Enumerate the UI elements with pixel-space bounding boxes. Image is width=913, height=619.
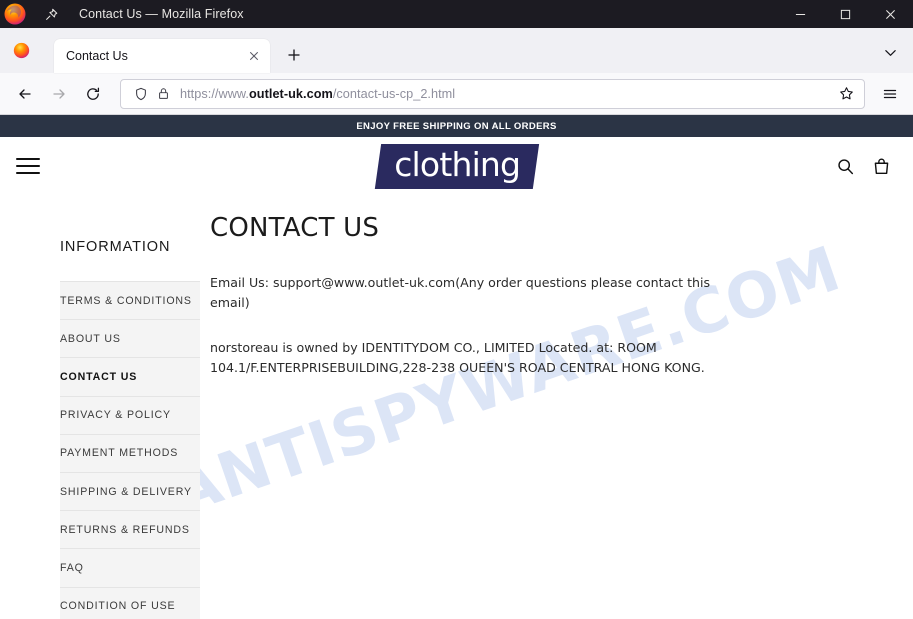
sidebar-item-faq[interactable]: FAQ — [60, 548, 200, 587]
site-header: clothing — [0, 137, 913, 195]
app-menu-button[interactable] — [875, 79, 905, 109]
back-arrow-icon[interactable] — [8, 78, 42, 110]
email-paragraph: Email Us: support@www.outlet-uk.com(Any … — [210, 275, 711, 310]
minimize-button[interactable] — [778, 0, 823, 28]
new-tab-button[interactable] — [280, 41, 308, 69]
sidebar-heading: INFORMATION — [60, 239, 171, 255]
firefox-logo-icon — [2, 1, 28, 27]
close-button[interactable] — [868, 0, 913, 28]
forward-arrow-icon — [42, 78, 76, 110]
title-bar: Contact Us — Mozilla Firefox — [0, 0, 913, 28]
hamburger-menu-icon[interactable] — [16, 151, 46, 181]
bookmark-star-icon[interactable] — [834, 82, 858, 106]
sidebar-item-returns-refunds[interactable]: RETURNS & REFUNDS — [60, 510, 200, 549]
sidebar-item-contact-us[interactable]: CONTACT US — [60, 357, 200, 396]
lock-icon[interactable] — [152, 83, 174, 105]
reload-icon[interactable] — [76, 78, 110, 110]
main-content: CONTACT US Email Us: support@www.outlet-… — [200, 199, 913, 619]
tab-list-button[interactable] — [877, 39, 903, 65]
sidebar: INFORMATION TERMS & CONDITIONS ABOUT US … — [0, 199, 200, 619]
url-text: https://www.outlet-uk.com/contact-us-cp_… — [180, 86, 456, 101]
sidebar-item-payment-methods[interactable]: PAYMENT METHODS — [60, 433, 200, 472]
logo-text: clothing — [393, 144, 520, 184]
url-bar[interactable]: https://www.outlet-uk.com/contact-us-cp_… — [120, 78, 865, 109]
browser-tab[interactable]: Contact Us — [54, 39, 270, 73]
sidebar-nav-list: TERMS & CONDITIONS ABOUT US CONTACT US P… — [60, 281, 200, 619]
sidebar-item-terms-conditions[interactable]: TERMS & CONDITIONS — [60, 281, 200, 320]
shield-icon[interactable] — [130, 83, 152, 105]
window-controls — [778, 0, 913, 28]
page-viewport: ENJOY FREE SHIPPING ON ALL ORDERS clothi… — [0, 115, 913, 619]
address-paragraph: norstoreau is owned by IDENTITYDOM CO., … — [210, 340, 705, 375]
tab-bar: Contact Us — [0, 28, 913, 73]
pin-icon[interactable] — [38, 1, 64, 27]
site-logo[interactable]: clothing — [374, 143, 539, 189]
sidebar-item-shipping-delivery[interactable]: SHIPPING & DELIVERY — [60, 471, 200, 511]
sidebar-item-about-us[interactable]: ABOUT US — [60, 319, 200, 358]
logo-shape: clothing — [374, 143, 539, 189]
browser-window: Contact Us — Mozilla Firefox Contact Us — [0, 0, 913, 619]
promo-banner: ENJOY FREE SHIPPING ON ALL ORDERS — [0, 115, 913, 137]
window-title: Contact Us — Mozilla Firefox — [79, 7, 244, 21]
close-icon[interactable] — [244, 46, 264, 66]
firefox-account-icon — [4, 28, 38, 73]
tab-label: Contact Us — [66, 49, 128, 63]
maximize-button[interactable] — [823, 0, 868, 28]
page-title: CONTACT US — [210, 213, 380, 243]
header-actions — [833, 154, 893, 178]
sidebar-item-condition-of-use[interactable]: CONDITION OF USE — [60, 586, 200, 619]
navigation-toolbar: https://www.outlet-uk.com/contact-us-cp_… — [0, 73, 913, 115]
shopping-bag-icon[interactable] — [869, 154, 893, 178]
sidebar-item-privacy-policy[interactable]: PRIVACY & POLICY — [60, 395, 200, 434]
search-icon[interactable] — [833, 154, 857, 178]
page-body: INFORMATION TERMS & CONDITIONS ABOUT US … — [0, 195, 913, 619]
